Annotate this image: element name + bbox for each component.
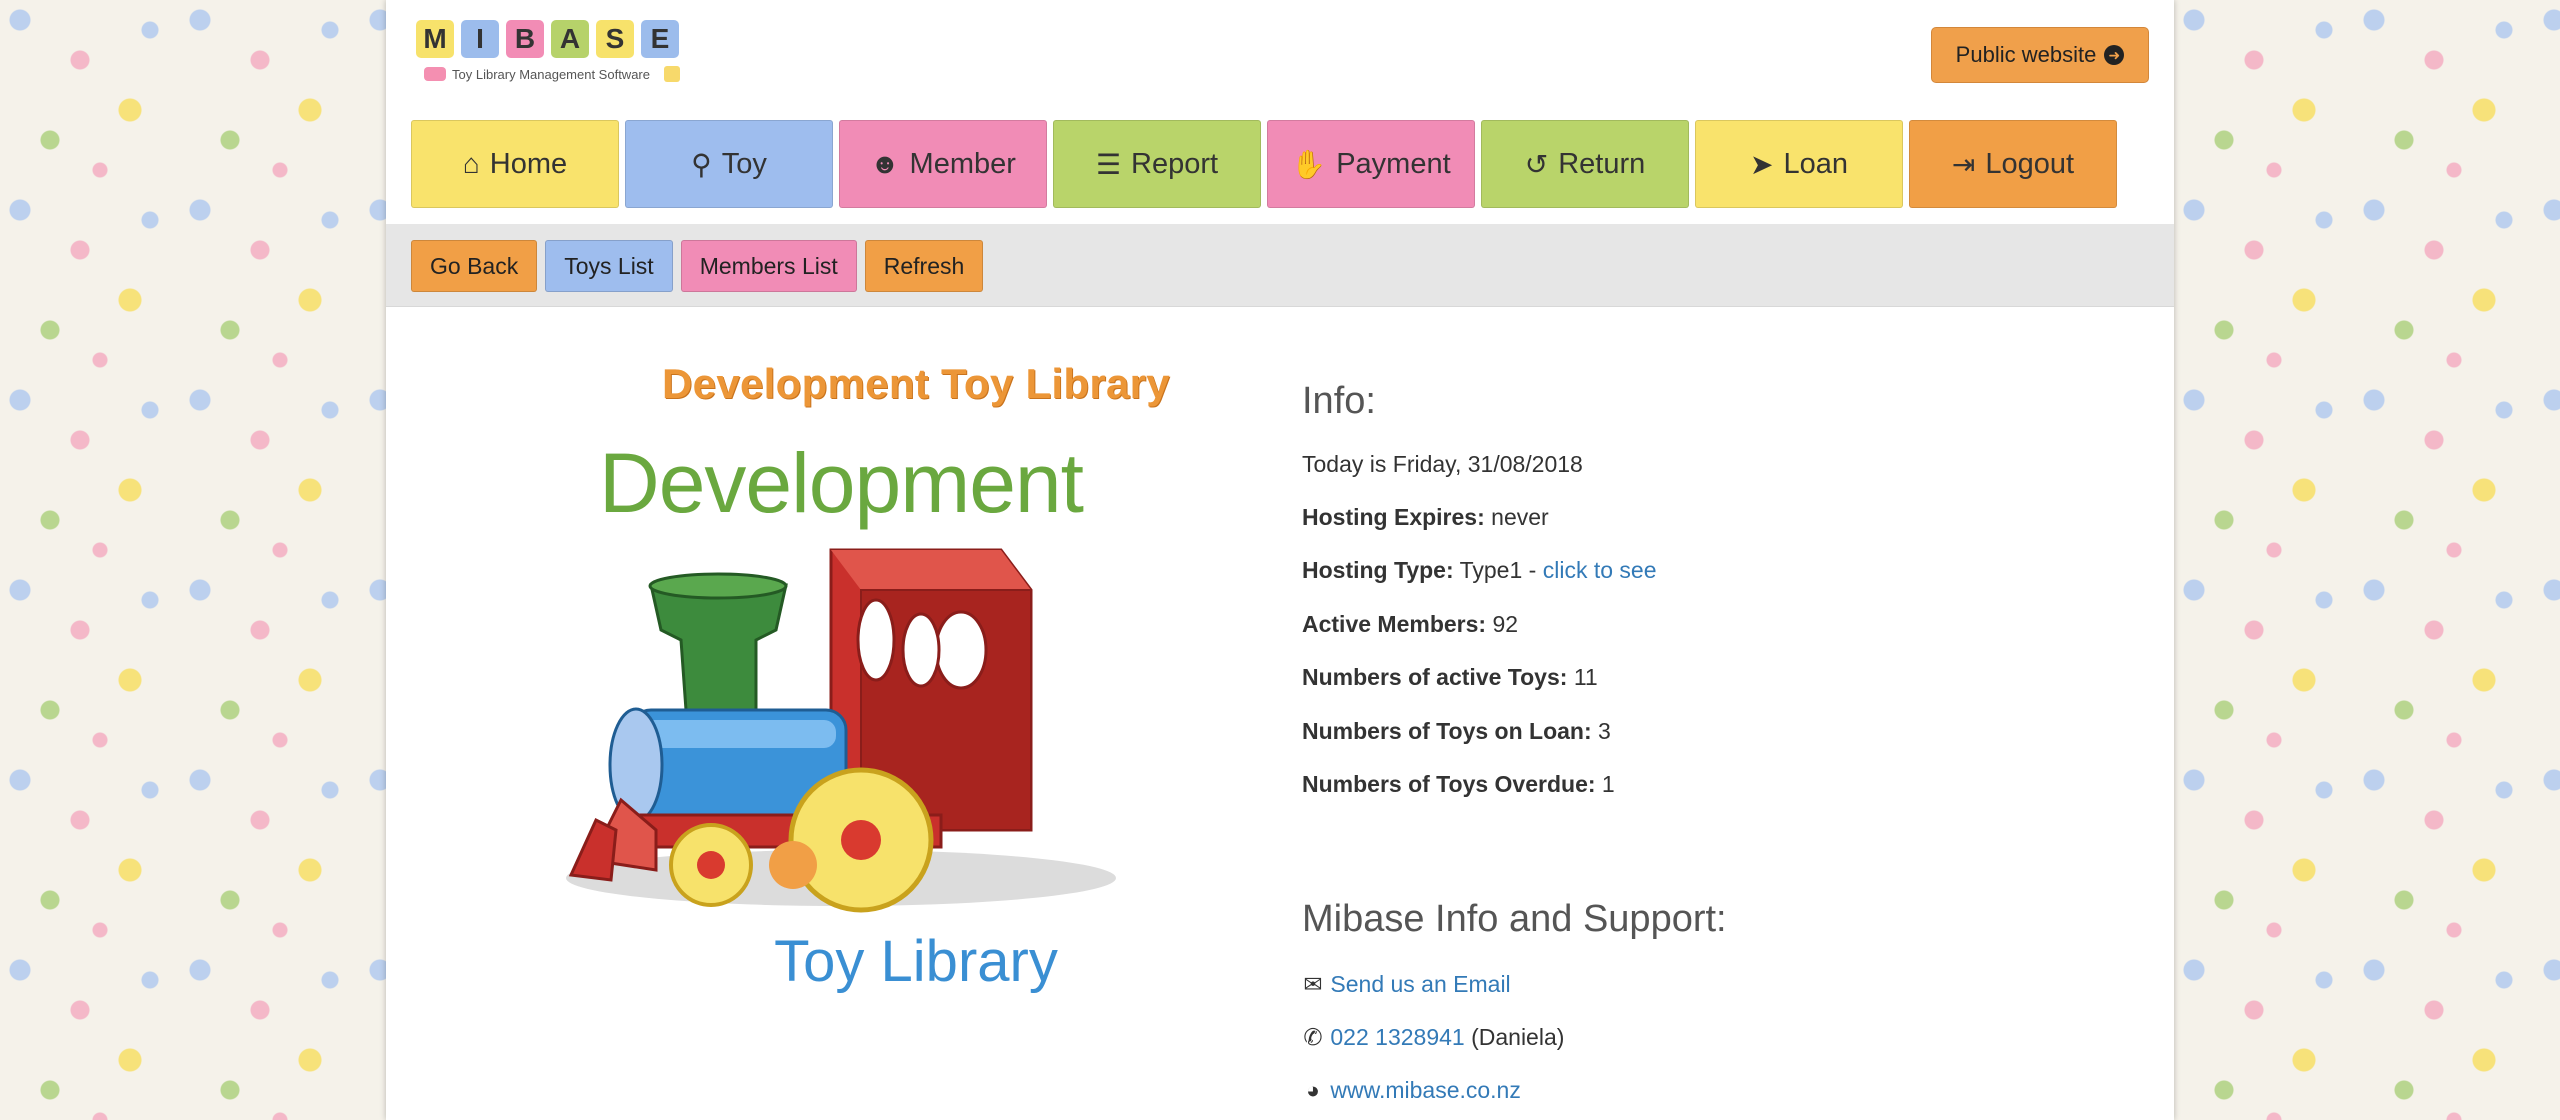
active-members-value: 92 [1492, 611, 1519, 637]
car-icon [424, 67, 446, 81]
home-icon: ⌂ [462, 148, 480, 179]
nav-payment-button[interactable]: ✋ Payment [1267, 120, 1475, 208]
active-toys-row: Numbers of active Toys: 11 [1302, 664, 1598, 691]
support-heading: Mibase Info and Support: [1302, 898, 1727, 940]
active-toys-value: 11 [1573, 664, 1598, 690]
library-logo-word-top: Development [599, 436, 1084, 530]
nav-toy-button[interactable]: ⚲ Toy [625, 120, 833, 208]
hand-money-icon: ✋ [1291, 148, 1327, 180]
sub-toolbar-buttons: Go Back Toys List Members List Refresh [411, 240, 984, 292]
nav-label: Member [909, 147, 1016, 180]
logo-letter-tile: M [416, 20, 454, 58]
logo-letter-tile: I [461, 20, 499, 58]
sign-out-icon: ⇥ [1951, 148, 1976, 180]
background-pattern-left [0, 0, 386, 1120]
nav-logout-button[interactable]: ⇥ Logout [1909, 120, 2117, 208]
hosting-expires-value: never [1491, 504, 1549, 530]
arrow-circle-right-icon: ➜ [2104, 45, 2125, 65]
bicycle-icon: ⚲ [691, 148, 712, 180]
toys-overdue-row: Numbers of Toys Overdue: 1 [1302, 771, 1615, 798]
active-toys-label: Numbers of active Toys: [1302, 664, 1568, 690]
go-back-button[interactable]: Go Back [411, 240, 538, 292]
sub-toolbar: Go Back Toys List Members List Refresh [386, 224, 2174, 307]
refresh-button[interactable]: Refresh [864, 240, 984, 292]
nav-home-button[interactable]: ⌂ Home [411, 120, 619, 208]
nav-loan-button[interactable]: ➤ Loan [1695, 120, 1903, 208]
hosting-type-value: Type1 - [1459, 557, 1537, 583]
undo-icon: ↺ [1524, 148, 1549, 180]
library-title: Development Toy Library [662, 360, 1170, 407]
nav-member-button[interactable]: ☻ Member [839, 120, 1047, 208]
toy-train-illustration [566, 548, 1116, 913]
nav-label: Logout [1985, 147, 2075, 180]
phone-row: ✆ 022 1328941 (Daniela) [1302, 1024, 1564, 1051]
public-website-button[interactable]: Public website ➜ [1931, 27, 2149, 83]
toys-on-loan-value: 3 [1598, 718, 1611, 744]
toys-on-loan-label: Numbers of Toys on Loan: [1302, 718, 1592, 744]
logo-subtitle: Toy Library Management Software [452, 66, 650, 82]
active-members-row: Active Members: 92 [1302, 611, 1518, 638]
background-pattern-right [2174, 0, 2560, 1120]
envelope-icon: ✉ [1303, 971, 1323, 997]
toys-overdue-label: Numbers of Toys Overdue: [1302, 771, 1596, 797]
active-members-label: Active Members: [1302, 611, 1487, 637]
nav-label: Report [1131, 147, 1219, 180]
email-row: ✉ Send us an Email [1302, 971, 1510, 998]
logo-letter-tile: S [596, 20, 634, 58]
nav-label: Toy [721, 147, 767, 180]
mibase-logo[interactable]: MIBASE Toy Library Management Software [416, 20, 726, 90]
public-website-label: Public website [1955, 42, 2097, 67]
toys-list-button[interactable]: Toys List [545, 240, 673, 292]
hosting-expires-label: Hosting Expires: [1302, 504, 1485, 530]
nav-label: Return [1558, 147, 1646, 180]
nav-report-button[interactable]: ☰ Report [1053, 120, 1261, 208]
nav-label: Home [489, 147, 568, 180]
nav-label: Loan [1783, 147, 1848, 180]
website-row: ◕ www.mibase.co.nz [1302, 1077, 1521, 1104]
logo-subtitle-row: Toy Library Management Software [424, 66, 680, 82]
info-heading: Info: [1302, 380, 1376, 422]
list-icon: ☰ [1095, 148, 1122, 180]
main-navigation: ⌂ Home ⚲ Toy ☻ Member ☰ Report ✋ Payment ↺ Return ➤ L… [411, 120, 2117, 208]
members-list-button[interactable]: Members List [680, 240, 857, 292]
globe-icon: ◕ [1306, 1077, 1320, 1103]
logo-letter-tile: A [551, 20, 589, 58]
toys-on-loan-row: Numbers of Toys on Loan: 3 [1302, 718, 1611, 745]
website-link[interactable]: www.mibase.co.nz [1330, 1077, 1520, 1103]
hosting-type-label: Hosting Type: [1302, 557, 1454, 583]
today-text: Today is Friday, 31/08/2018 [1302, 451, 1583, 477]
toys-overdue-value: 1 [1601, 771, 1615, 797]
page-container: MIBASE Toy Library Management Software P… [386, 0, 2174, 1120]
library-logo-word-bottom: Toy Library [774, 929, 1058, 994]
email-link[interactable]: Send us an Email [1330, 971, 1510, 997]
today-date: Today is Friday, 31/08/2018 [1302, 451, 1583, 478]
nav-label: Payment [1336, 147, 1451, 180]
paper-plane-icon: ➤ [1750, 148, 1774, 180]
gift-icon [663, 66, 680, 82]
nav-return-button[interactable]: ↺ Return [1481, 120, 1689, 208]
hosting-type-link[interactable]: click to see [1543, 557, 1657, 583]
logo-letter-tile: B [506, 20, 544, 58]
logo-letter-tile: E [641, 20, 679, 58]
phone-contact-name: (Daniela) [1471, 1024, 1565, 1050]
phone-icon: ✆ [1303, 1024, 1323, 1050]
phone-link[interactable]: 022 1328941 [1330, 1024, 1464, 1050]
users-icon: ☻ [870, 148, 900, 179]
hosting-type-row: Hosting Type: Type1 - click to see [1302, 557, 1656, 584]
logo-letters: MIBASE [416, 20, 726, 58]
hosting-expires-row: Hosting Expires: never [1302, 504, 1549, 531]
